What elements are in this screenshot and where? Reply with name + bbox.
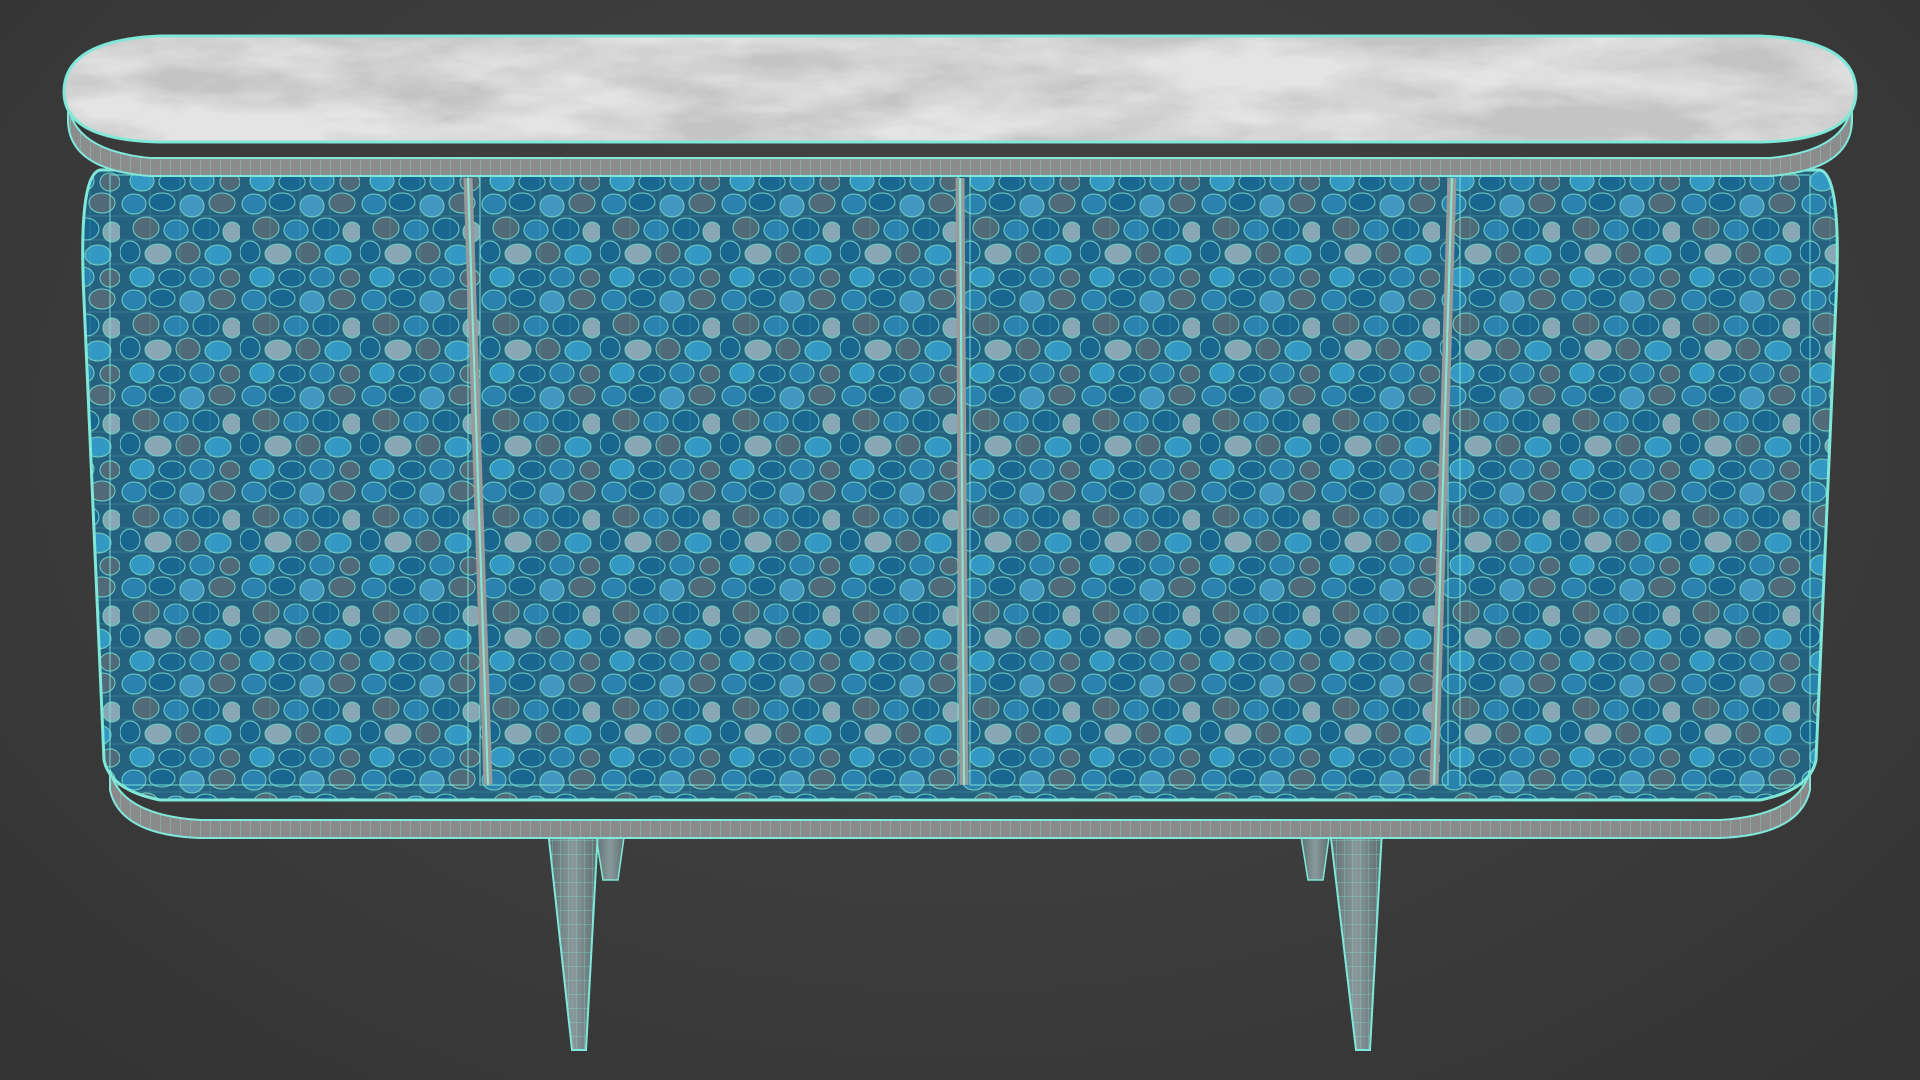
3d-viewport[interactable] bbox=[0, 0, 1920, 1080]
front-legs bbox=[546, 829, 1384, 1051]
sideboard-model[interactable] bbox=[0, 0, 1920, 1080]
marble-top[interactable] bbox=[62, 34, 1858, 144]
